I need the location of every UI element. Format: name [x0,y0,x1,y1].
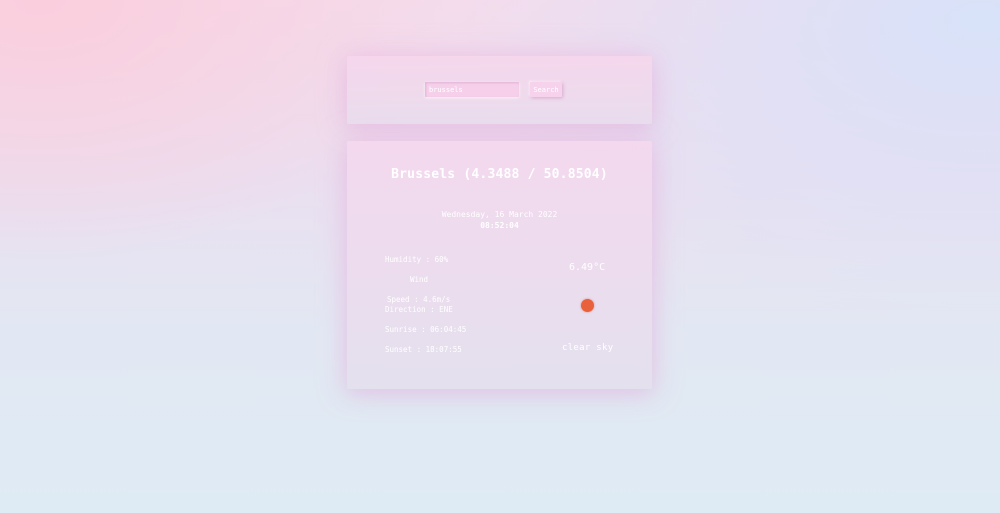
temperature-value: 6.49°C [569,262,606,273]
wind-heading: Wind [410,275,429,284]
weather-description: clear sky [562,343,614,353]
current-time: 08:52:04 [480,221,519,230]
weather-panel: Brussels (4.3488 / 50.8504) Wednesday, 1… [347,141,652,389]
sunset-time: Sunset : 18:07:55 [385,345,462,354]
wind-speed: Speed : 4.6m/s [387,295,451,304]
search-button[interactable]: Search [530,82,562,97]
city-search-input[interactable] [425,82,519,97]
wind-direction: Direction : ENE [385,305,453,314]
current-date: Wednesday, 16 March 2022 [441,210,558,219]
humidity-value: Humidity : 60% [385,255,449,264]
sunrise-time: Sunrise : 06:04:45 [385,325,467,334]
search-panel: Search [347,56,652,124]
location-title: Brussels (4.3488 / 50.8504) [391,167,608,182]
sun-icon [581,299,594,312]
